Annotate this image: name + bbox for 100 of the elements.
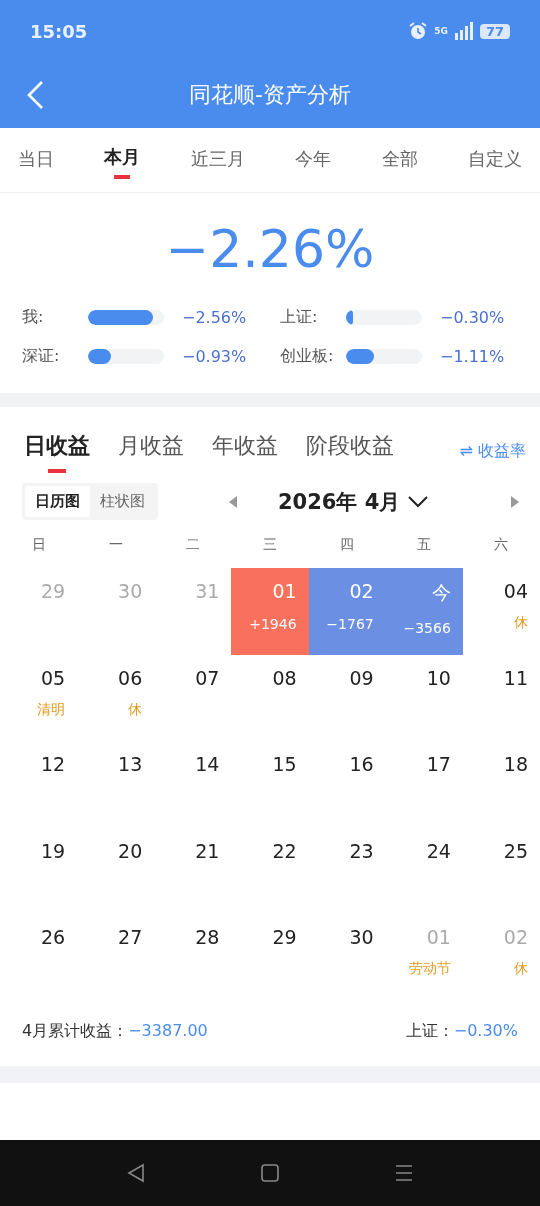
weekday-label: 日 — [30, 535, 47, 554]
day-cell[interactable]: 18 — [462, 741, 540, 828]
bar-reading: −0.93% — [182, 347, 247, 366]
signal-icon — [453, 22, 474, 40]
next-icon[interactable] — [510, 495, 520, 508]
day-number: 30 — [349, 926, 374, 948]
day-number: 10 — [426, 666, 451, 689]
day-cell[interactable]: 24 — [385, 827, 463, 914]
day-number: 17 — [426, 753, 451, 775]
day-cell[interactable]: 19 — [0, 827, 78, 914]
back-icon[interactable] — [26, 80, 46, 110]
period-tab[interactable]: 今年 — [281, 139, 346, 181]
day-cell[interactable]: 22 — [231, 827, 309, 914]
chevron-down-icon[interactable] — [408, 495, 429, 508]
day-number: 11 — [503, 666, 528, 689]
day-profit: −3566 — [403, 620, 451, 636]
day-cell[interactable]: 15 — [231, 741, 309, 828]
day-cell[interactable]: 10 — [385, 654, 463, 741]
day-number: 30 — [118, 580, 143, 602]
day-number: 16 — [349, 753, 374, 775]
bar-reading: −0.30% — [440, 308, 505, 327]
day-cell[interactable]: 25 — [462, 827, 540, 914]
day-number: 02 — [349, 580, 374, 602]
day-number: 29 — [40, 580, 66, 602]
month-picker[interactable]: 2026年 4月 — [278, 487, 401, 516]
bar-label: 深证: — [22, 346, 61, 367]
home-nav-icon[interactable] — [260, 1163, 280, 1183]
bar-reading: −1.11% — [440, 347, 505, 366]
day-number: 21 — [195, 839, 220, 862]
period-tab[interactable]: 当日 — [4, 139, 68, 181]
day-cell[interactable]: 26 — [0, 914, 78, 1001]
day-number: 23 — [349, 839, 374, 862]
weekday-label: 五 — [416, 535, 433, 554]
period-tab[interactable]: 自定义 — [453, 139, 536, 181]
day-profit: −1767 — [326, 616, 374, 632]
day-number: 14 — [195, 753, 220, 775]
weekday-label: 三 — [262, 535, 278, 554]
day-cell[interactable]: 17 — [385, 741, 463, 828]
day-cell[interactable]: 08 — [231, 654, 309, 741]
day-cell[interactable]: 23 — [308, 827, 386, 914]
holiday-label: 劳动节 — [408, 960, 451, 978]
day-number: 02 — [503, 926, 528, 948]
day-number: 01 — [272, 580, 297, 602]
day-number: 26 — [40, 926, 66, 948]
previous-icon[interactable] — [228, 495, 238, 508]
day-number: 今 — [431, 580, 451, 605]
back-nav-icon[interactable] — [126, 1163, 146, 1183]
day-number: 08 — [272, 666, 297, 689]
day-number: 15 — [272, 753, 297, 775]
day-cell[interactable]: 11 — [462, 654, 540, 741]
weekday-label: 四 — [339, 535, 356, 554]
monthly-total: 4月累计收益：−3387.00 — [22, 1020, 208, 1042]
day-cell[interactable]: 07 — [154, 654, 232, 741]
day-cell[interactable]: 09 — [308, 654, 386, 741]
earnings-tab[interactable]: 阶段收益 — [292, 425, 408, 477]
day-number: 25 — [503, 839, 528, 862]
day-number: 06 — [118, 666, 143, 689]
day-cell[interactable]: 30 — [308, 914, 386, 1001]
day-cell[interactable]: 13 — [77, 741, 155, 828]
day-cell[interactable]: 12 — [0, 741, 78, 828]
earnings-tab[interactable]: 年收益 — [198, 425, 292, 477]
day-number: 05 — [40, 666, 66, 689]
period-tab[interactable]: 近三月 — [176, 139, 259, 181]
day-number: 19 — [40, 839, 66, 862]
view-option[interactable]: 柱状图 — [90, 486, 155, 517]
weekday-label: 六 — [493, 535, 510, 554]
day-profit: +1946 — [249, 616, 297, 632]
menu-icon[interactable] — [394, 1163, 414, 1183]
day-number: 31 — [195, 580, 220, 602]
day-number: 24 — [426, 839, 451, 862]
alarm-icon — [408, 21, 429, 41]
day-number: 07 — [195, 666, 220, 689]
day-cell[interactable]: 04 休 — [462, 568, 540, 655]
day-number: 01 — [426, 926, 451, 948]
day-number: 09 — [349, 666, 374, 689]
status-time: 15:05 — [30, 20, 88, 42]
weekday-label: 二 — [184, 535, 201, 554]
day-cell[interactable]: 06 休 — [77, 654, 155, 741]
day-cell[interactable]: 28 — [154, 914, 232, 1001]
bar-label: 我: — [22, 307, 45, 328]
day-cell[interactable]: 29 — [231, 914, 309, 1001]
day-cell[interactable]: 20 — [77, 827, 155, 914]
day-cell[interactable]: 21 — [154, 827, 232, 914]
day-cell[interactable]: 14 — [154, 741, 232, 828]
day-number: 22 — [272, 839, 297, 862]
day-number: 20 — [118, 839, 143, 862]
holiday-label: 休 — [128, 700, 143, 719]
day-number: 29 — [272, 926, 297, 948]
weekday-label: 一 — [107, 535, 124, 554]
day-number: 28 — [195, 926, 220, 948]
period-tab[interactable]: 全部 — [367, 139, 432, 181]
day-cell[interactable]: 05 清明 — [0, 654, 78, 741]
day-number: 04 — [503, 580, 528, 602]
day-cell[interactable]: 27 — [77, 914, 155, 1001]
day-number: 18 — [503, 753, 528, 775]
earnings-tab[interactable]: 月收益 — [104, 425, 198, 477]
index-return: 上证：−0.30% — [405, 1020, 518, 1042]
view-option[interactable]: 日历图 — [25, 486, 90, 517]
battery-level: 77 — [479, 23, 510, 39]
day-cell[interactable]: 16 — [308, 741, 386, 828]
